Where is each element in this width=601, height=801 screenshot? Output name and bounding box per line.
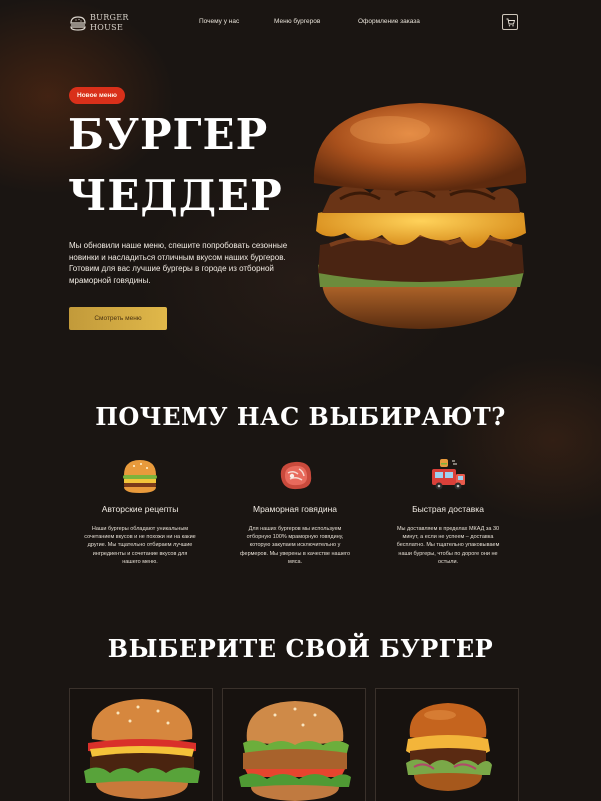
burger-image-2	[239, 701, 351, 801]
burger-image-3	[406, 703, 492, 791]
feature-delivery-title: Быстрая доставка	[412, 504, 484, 514]
hero-title: БУРГЕР ЧЕДДЕР	[68, 104, 308, 226]
burger-card-1[interactable]	[69, 688, 213, 801]
burger-icon	[123, 460, 157, 493]
feature-recipes: Авторские рецепты Наши бургеры обладают …	[70, 455, 210, 566]
burger-card-2[interactable]	[222, 688, 366, 801]
nav-link-why-us[interactable]: Почему у нас	[199, 18, 239, 25]
feature-recipes-text: Наши бургеры обладают уникальным сочетан…	[84, 526, 196, 565]
logo-text: BURGER HOUSE	[90, 13, 129, 33]
burger-card-3[interactable]	[375, 688, 519, 801]
why-us-title: ПОЧЕМУ НАС ВЫБИРАЮТ?	[95, 402, 506, 431]
delivery-truck-icon	[432, 459, 465, 490]
cart-icon	[506, 18, 515, 27]
feature-beef: Мраморная говядина Для наших бургеров мы…	[225, 455, 365, 566]
burger-logo-icon	[70, 16, 86, 31]
new-menu-badge: Новое меню	[69, 87, 125, 104]
feature-delivery-text: Мы доставляем в пределах МКАД за 30 мину…	[396, 526, 500, 565]
hero-title-line-2: ЧЕДДЕР	[68, 171, 283, 220]
cart-button[interactable]	[502, 14, 518, 30]
burger-image-1	[84, 699, 200, 799]
nav-link-order[interactable]: Оформление заказа	[358, 18, 420, 25]
choose-burger-title: ВЫБЕРИТЕ СВОЙ БУРГЕР	[107, 634, 494, 663]
logo-line-1: BURGER	[90, 13, 129, 22]
logo-line-2: HOUSE	[90, 23, 124, 32]
hero-burger-image	[313, 103, 527, 329]
logo[interactable]: BURGER HOUSE	[69, 12, 133, 34]
feature-beef-title: Мраморная говядина	[252, 504, 337, 514]
nav-link-menu[interactable]: Меню бургеров	[274, 18, 320, 25]
hero-title-line-1: БУРГЕР	[68, 110, 269, 159]
feature-delivery: Быстрая доставка Мы доставляем в предела…	[378, 455, 518, 566]
feature-recipes-title: Авторские рецепты	[101, 504, 179, 514]
hero-description: Мы обновили наше меню, спешите попробова…	[69, 241, 288, 285]
view-menu-button[interactable]: Смотреть меню	[69, 307, 167, 330]
meat-icon	[280, 461, 312, 490]
feature-beef-text: Для наших бургеров мы используем отборну…	[239, 526, 350, 565]
header: BURGER HOUSE Почему у нас Меню бургеров …	[0, 0, 601, 46]
page: BURGER HOUSE Почему у нас Меню бургеров …	[0, 0, 601, 801]
